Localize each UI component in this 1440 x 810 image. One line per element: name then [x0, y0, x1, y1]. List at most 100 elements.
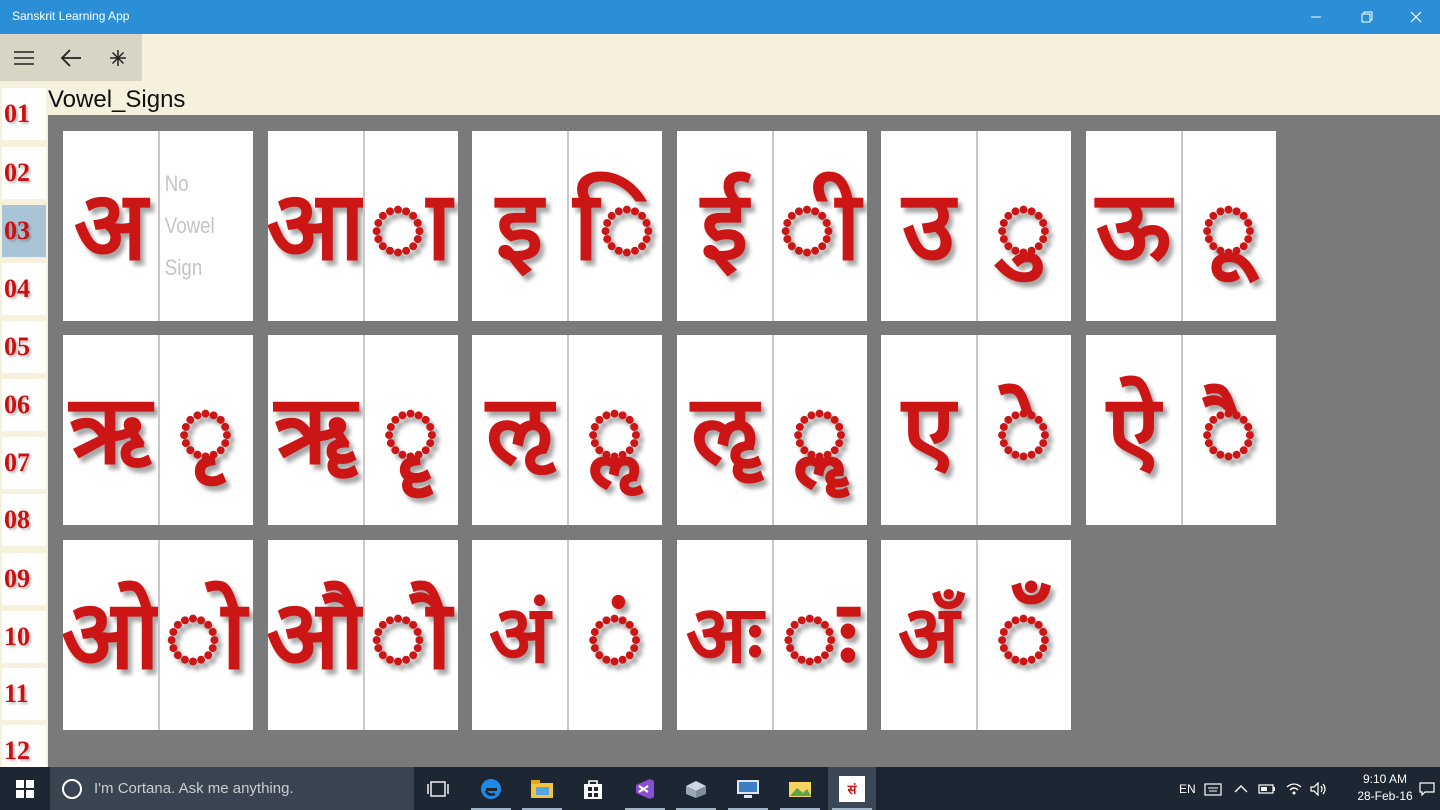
- taskbar: I'm Cortana. Ask me anything. सं EN 9:10…: [0, 767, 1440, 810]
- vowel-sign: ं: [585, 579, 644, 691]
- close-icon: [1410, 11, 1422, 23]
- lesson-item-02[interactable]: 02: [2, 147, 46, 199]
- settings-button[interactable]: [94, 34, 141, 81]
- close-button[interactable]: [1392, 0, 1440, 34]
- vowel-sign: ु: [994, 170, 1053, 282]
- vowel-card[interactable]: ॡॣ: [677, 335, 867, 525]
- hamburger-icon: [13, 50, 34, 65]
- taskbar-file-explorer[interactable]: [518, 767, 566, 810]
- taskbar-sanskrit-app[interactable]: सं: [828, 767, 876, 810]
- vowel-sign-panel: ि: [567, 131, 662, 321]
- vowel-sign-panel: ॄ: [363, 335, 458, 525]
- menu-button[interactable]: [0, 34, 47, 81]
- start-button[interactable]: [0, 767, 50, 810]
- language-indicator[interactable]: EN: [1179, 782, 1196, 796]
- vowel-letter-panel: औ: [268, 540, 363, 730]
- vowel-card[interactable]: एे: [881, 335, 1071, 525]
- app-toolbar: [0, 34, 142, 81]
- battery-icon[interactable]: [1258, 783, 1276, 795]
- vowel-letter: अ: [73, 170, 148, 282]
- vowel-letter: ऋ: [69, 374, 152, 486]
- vowel-sign-panel: ै: [1181, 335, 1276, 525]
- sanskrit-app-icon: सं: [839, 775, 865, 802]
- vowel-sign: ा: [369, 170, 452, 282]
- taskbar-visual-studio[interactable]: [621, 767, 669, 810]
- vowel-sign-panel: ॣ: [772, 335, 867, 525]
- vowel-letter: ए: [901, 374, 956, 486]
- lesson-item-05[interactable]: 05: [2, 321, 46, 373]
- vowel-card[interactable]: ओो: [63, 540, 253, 730]
- volume-icon[interactable]: [1310, 781, 1328, 796]
- lesson-item-08[interactable]: 08: [2, 494, 46, 546]
- clock[interactable]: 9:10 AM 28-Feb-16: [1356, 771, 1414, 805]
- vowel-card[interactable]: अःः: [677, 540, 867, 730]
- wifi-icon[interactable]: [1286, 782, 1302, 796]
- clock-time: 9:10 AM: [1362, 772, 1408, 786]
- vowel-sign: ॄ: [381, 374, 440, 486]
- minimize-button[interactable]: [1292, 0, 1340, 34]
- cortana-search[interactable]: I'm Cortana. Ask me anything.: [50, 767, 414, 810]
- lesson-item-03[interactable]: 03: [2, 205, 46, 257]
- vowel-letter-panel: ॠ: [268, 335, 363, 525]
- vowel-sign: ः: [781, 579, 858, 691]
- cortana-placeholder: I'm Cortana. Ask me anything.: [94, 780, 294, 797]
- vowel-letter: अं: [488, 588, 551, 681]
- task-view-button[interactable]: [414, 767, 462, 810]
- clock-date: 28-Feb-16: [1357, 789, 1413, 803]
- lesson-item-11[interactable]: 11: [2, 668, 46, 720]
- vowel-card[interactable]: ऋृ: [63, 335, 253, 525]
- cortana-icon: [62, 778, 82, 799]
- vowel-letter: अँ: [897, 588, 960, 681]
- store-icon: [584, 779, 602, 799]
- vowel-card[interactable]: ईी: [677, 131, 867, 321]
- vowel-card[interactable]: ऊू: [1086, 131, 1276, 321]
- lesson-item-07[interactable]: 07: [2, 437, 46, 489]
- lesson-item-04[interactable]: 04: [2, 263, 46, 315]
- vowel-card[interactable]: ऌॢ: [472, 335, 662, 525]
- vowel-letter-panel: इ: [472, 131, 567, 321]
- vowel-card[interactable]: ॠॄ: [268, 335, 458, 525]
- vowel-card[interactable]: औौ: [268, 540, 458, 730]
- picture-icon: [789, 781, 811, 797]
- vowel-card[interactable]: अंं: [472, 540, 662, 730]
- vowel-sign: ॣ: [790, 374, 849, 486]
- lesson-item-10[interactable]: 10: [2, 611, 46, 663]
- lesson-item-01[interactable]: 01: [2, 88, 46, 140]
- notifications-button[interactable]: [1414, 767, 1440, 810]
- vowel-sign-panel: े: [976, 335, 1071, 525]
- monitor-icon: [737, 779, 759, 798]
- vowel-sign-panel: ृ: [158, 335, 253, 525]
- vowel-card[interactable]: अँँ: [881, 540, 1071, 730]
- vowel-letter-panel: ऐ: [1086, 335, 1181, 525]
- vowel-card[interactable]: इि: [472, 131, 662, 321]
- back-button[interactable]: [47, 34, 94, 81]
- keyboard-icon[interactable]: [1204, 782, 1222, 796]
- lesson-item-06[interactable]: 06: [2, 379, 46, 431]
- vowel-sign-panel: ौ: [363, 540, 458, 730]
- vowel-sign: ै: [1199, 374, 1258, 486]
- vowel-letter-panel: ओ: [63, 540, 158, 730]
- restore-button[interactable]: [1343, 0, 1391, 34]
- vowel-card[interactable]: उु: [881, 131, 1071, 321]
- vowel-letter: ऐ: [1106, 374, 1161, 486]
- lesson-item-09[interactable]: 09: [2, 553, 46, 605]
- vowel-card[interactable]: ऐै: [1086, 335, 1276, 525]
- vowel-letter: ई: [700, 170, 749, 282]
- vowel-sign-panel: ॢ: [567, 335, 662, 525]
- vowel-sign: ॢ: [585, 374, 644, 486]
- vowel-card[interactable]: आा: [268, 131, 458, 321]
- vowel-letter: आ: [268, 170, 363, 282]
- vowel-letter: ॡ: [690, 374, 759, 486]
- vowel-sign: ि: [573, 170, 656, 282]
- taskbar-store[interactable]: [569, 767, 617, 810]
- vowel-sign-panel: ँ: [976, 540, 1071, 730]
- back-arrow-icon: [60, 48, 81, 67]
- chevron-up-icon[interactable]: [1234, 784, 1248, 794]
- vowel-letter: इ: [495, 170, 544, 282]
- taskbar-app-box[interactable]: [672, 767, 720, 810]
- taskbar-edge[interactable]: [467, 767, 515, 810]
- taskbar-photos[interactable]: [776, 767, 824, 810]
- taskbar-remote-desktop[interactable]: [724, 767, 772, 810]
- vowel-card[interactable]: अ No Vowel Sign: [63, 131, 253, 321]
- vowel-letter-panel: अ: [63, 131, 158, 321]
